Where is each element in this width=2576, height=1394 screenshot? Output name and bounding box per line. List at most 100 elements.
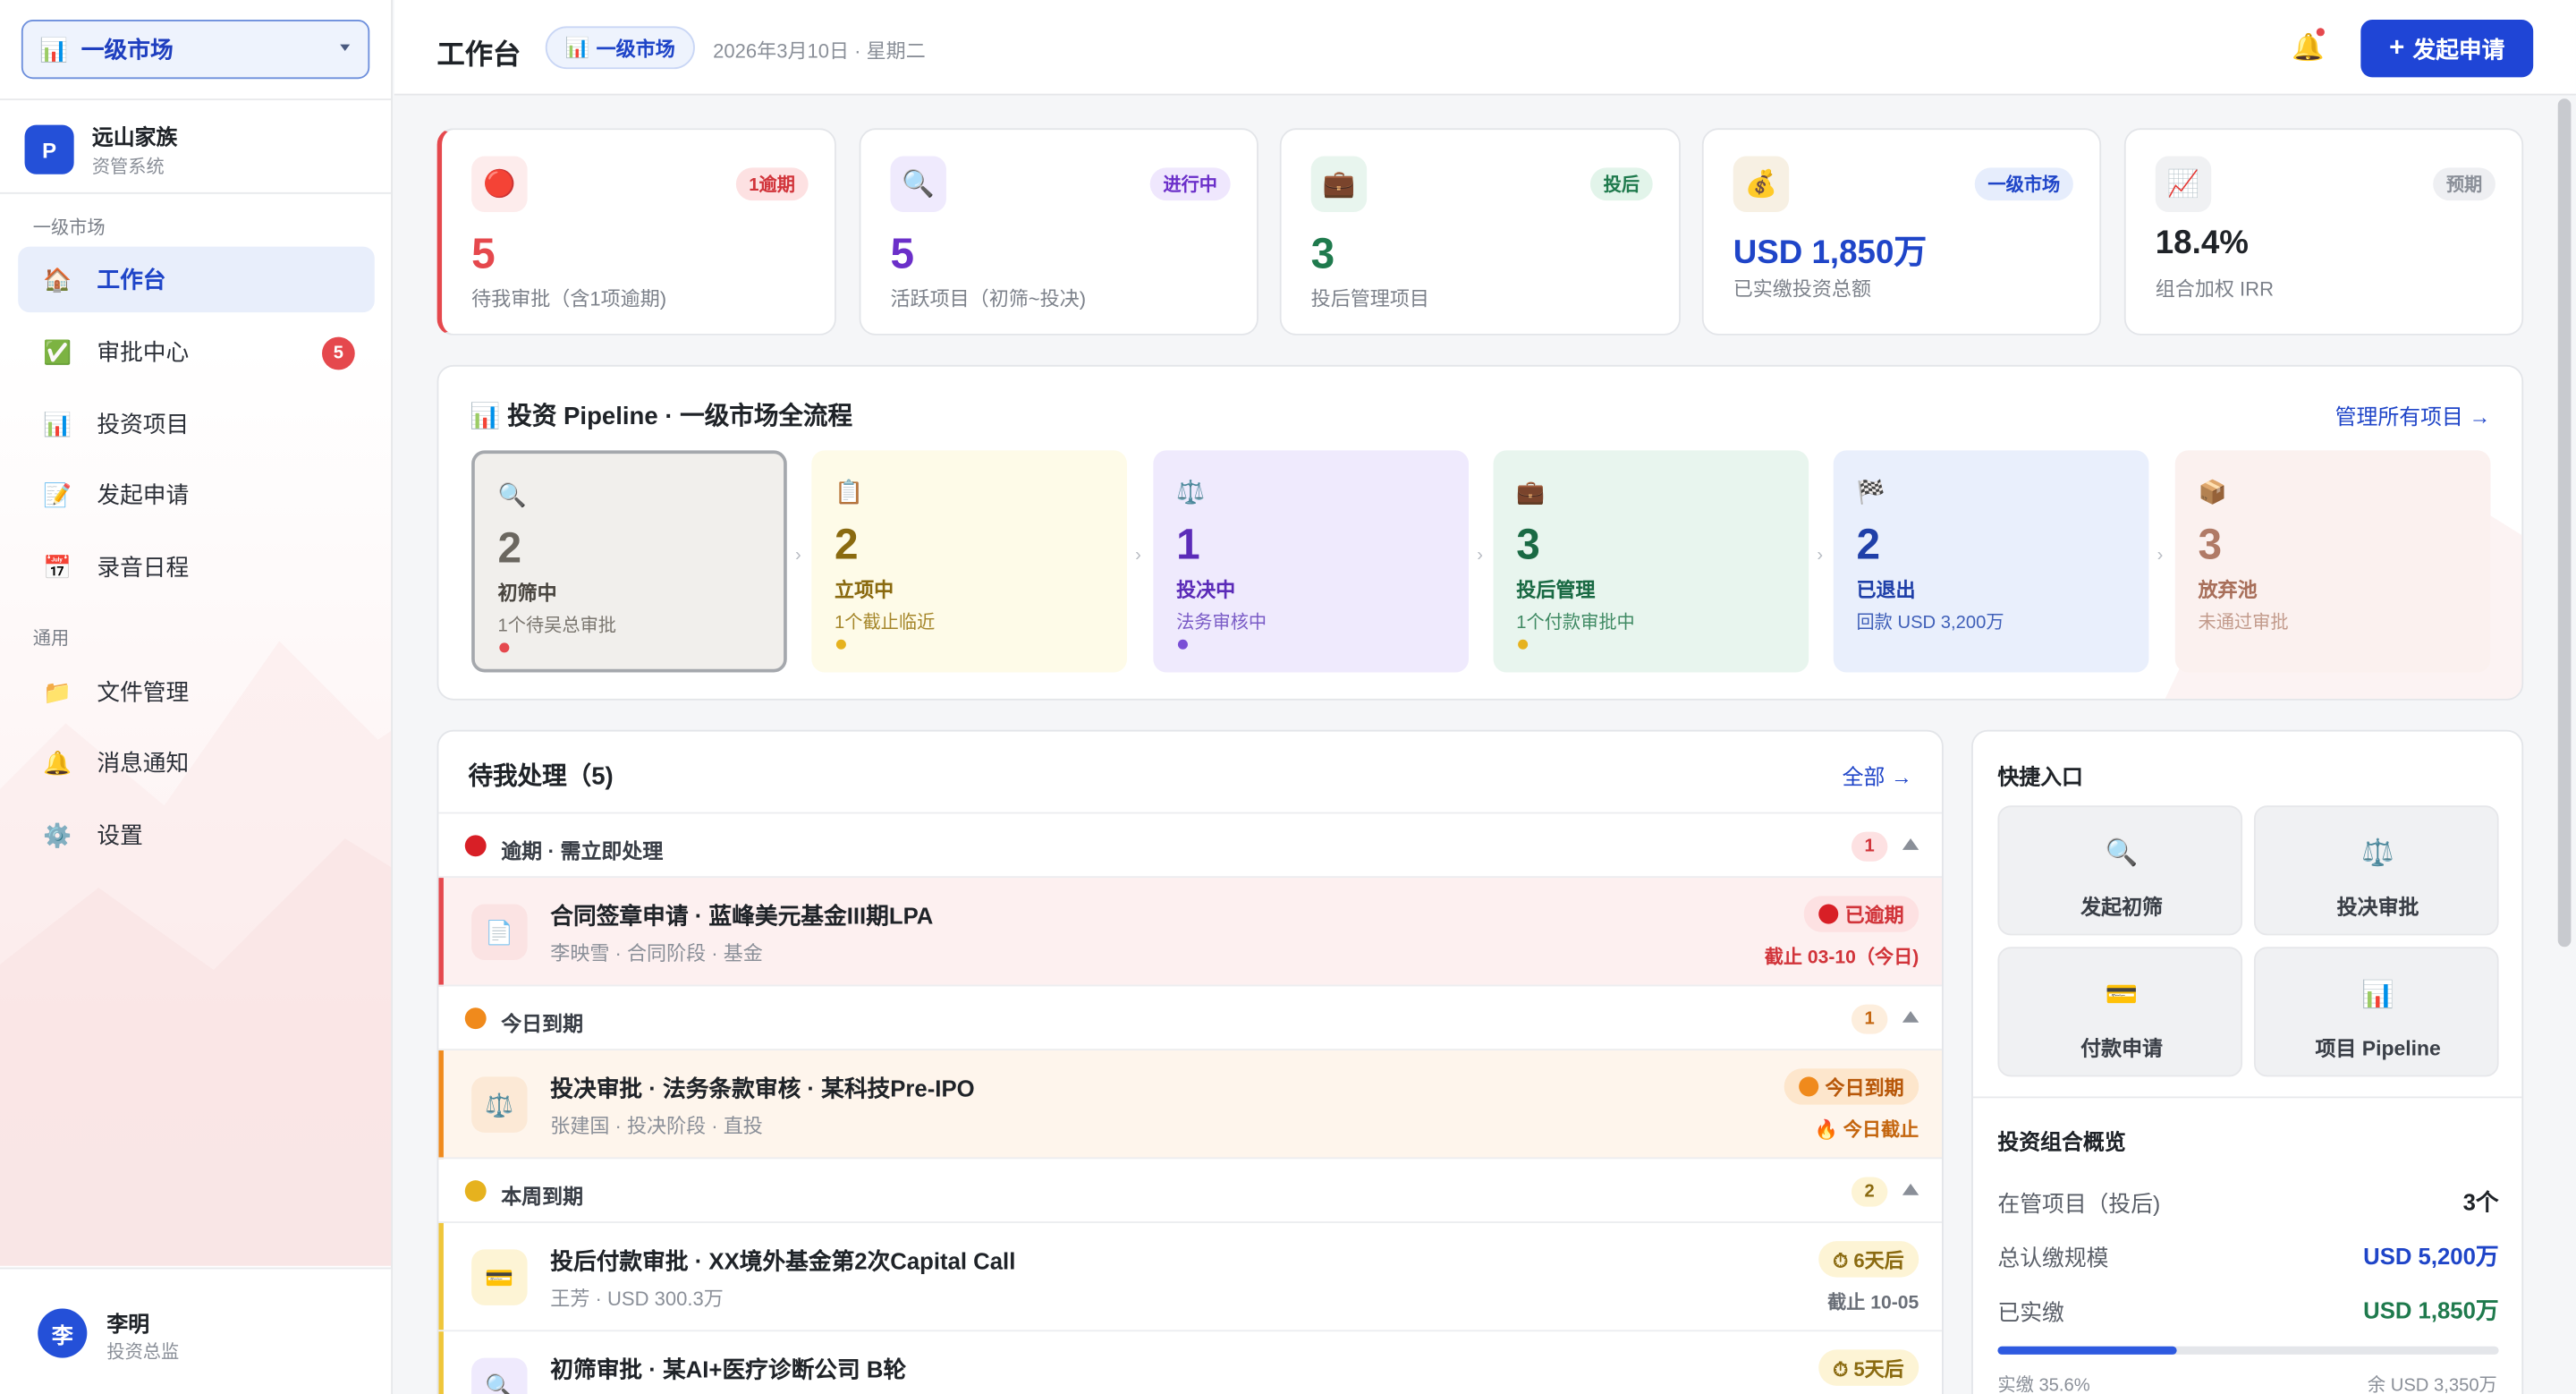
org-subtitle: 资管系统 [91,157,165,178]
priority-bar [438,1222,444,1332]
portfolio-stat-label: 已实缴 [1997,1300,2064,1325]
chart-icon: 📊 [43,410,72,437]
quick-button-label: 付款申请 [2080,1037,2164,1061]
priority-bar [438,1331,444,1394]
scrollbar[interactable] [2557,98,2572,948]
pipeline-title: 📊 投资 Pipeline · 一级市场全流程 [470,398,852,433]
stage-name: 已退出 [1856,578,1916,602]
sidebar-item-label: 工作台 [97,266,166,293]
portfolio-stat-value: 3个 [2462,1188,2499,1215]
stage-screening[interactable]: 🔍 2 初筛中 1个待吴总审批 [471,450,787,673]
quick-button-label: 项目 Pipeline [2315,1037,2441,1061]
stage-post-investment[interactable]: 💼 3 投后管理 1个付款审批中 [1493,450,1809,673]
moneybag-icon: 💰 [1733,156,1790,213]
scales-icon: ⚖️ [471,1076,528,1133]
sidebar-item-new-request[interactable]: 📝 发起申请 [18,462,375,527]
portfolio-stat-value: USD 1,850万 [2363,1296,2499,1324]
market-pill[interactable]: 📊 一级市场 [545,26,695,70]
status-badge: 一级市场 [1974,167,2073,201]
due-date: 🔥 今日截止 [1814,1121,1919,1142]
paid-in-total-card[interactable]: 💰 一级市场 USD 1,850万 已实缴投资总额 [1701,128,2102,336]
group-header[interactable]: 今日到期 1 [438,984,1942,1050]
market-select[interactable]: 📊 一级市场 [21,20,370,80]
stage-initiation[interactable]: 📋 2 立项中 1个截止临近 [811,450,1127,673]
portfolio-irr-card[interactable]: 📈 预期 18.4% 组合加权 IRR [2123,128,2524,336]
portfolio-stat-label: 在管项目（投后) [1997,1192,2161,1217]
status-badge: ⏱ 6天后 [1818,1241,1919,1278]
credit-card-icon: 💳 [2105,981,2139,1010]
sidebar-item-notifications[interactable]: 🔔 消息通知 [18,730,375,795]
quick-start-screening-button[interactable]: 🔍 发起初筛 [1997,805,2243,936]
status-badge: 已逾期 [1803,896,1919,932]
group-label: 本周到期 [501,1185,584,1209]
group-header[interactable]: 本周到期 2 [438,1157,1942,1221]
sidebar-item-workbench[interactable]: 🏠 工作台 [18,246,375,313]
chevron-up-icon[interactable] [1902,838,1919,850]
sidebar-item-label: 发起申请 [97,481,190,508]
list-item[interactable]: 💳 投后付款审批 · XX境外基金第2次Capital Call 王芳 · USD … [438,1221,1942,1332]
manage-projects-link[interactable]: 管理所有项目 → [2335,399,2491,430]
sidebar-item-settings[interactable]: ⚙️ 设置 [18,803,375,868]
stage-status-dot [1518,639,1529,650]
item-meta: 王芳 · USD 300.3万 [550,1287,724,1311]
stage-count: 2 [1856,519,1881,569]
stage-abandoned[interactable]: 📦 3 放弃池 未通过审批 [2174,450,2491,673]
active-projects-card[interactable]: 🔍 进行中 5 活跃项目（初筛~投决) [859,128,1258,336]
post-investment-card[interactable]: 💼 投后 3 投后管理项目 [1279,128,1681,336]
paid-in-percent: 实缴 35.6% [1997,1375,2090,1394]
group-label: 今日到期 [501,1012,584,1036]
paid-in-progress-fill [1997,1346,2176,1355]
stage-name: 立项中 [835,578,894,602]
new-request-label: 发起申请 [2412,35,2505,62]
view-all-link[interactable]: 全部 → [1843,760,1912,791]
status-badge: 投后 [1589,167,1653,201]
scales-icon: ⚖️ [2361,839,2394,869]
quick-pipeline-button[interactable]: 📊 项目 Pipeline [2253,947,2499,1077]
pending-approval-card[interactable]: 🔴 1逾期 5 待我审批（含1项逾期) [436,128,836,336]
chevron-down-icon [340,44,351,51]
sidebar-item-schedule[interactable]: 📅 录音日程 [18,534,375,599]
pending-panel: 待我处理（5) 全部 → 逾期 · 需立即处理 1 📄 合同签章申请 · 蓝峰美元基金… [436,729,1944,1394]
user-name: 李明 [106,1312,150,1337]
sidebar-item-files[interactable]: 📁 文件管理 [18,659,375,725]
circle-icon [464,1007,487,1030]
quick-decision-approval-button[interactable]: ⚖️ 投决审批 [2253,805,2499,936]
divider [0,98,392,101]
trend-icon: 📈 [2155,156,2212,213]
chevron-up-icon[interactable] [1902,1183,1919,1195]
briefcase-icon: 💼 [1516,478,1546,506]
new-request-button[interactable]: + 发起申请 [2360,20,2534,78]
circle-icon [1799,1076,1819,1097]
portfolio-stat-label: 总认缴规模 [1997,1245,2109,1271]
user-profile[interactable]: 李 李明 投资总监 [0,1267,392,1394]
quick-entry-title: 快捷入口 [1997,764,2083,789]
list-item[interactable]: ⚖️ 投决审批 · 法务条款审核 · 某科技Pre-IPO 张建国 · 投决阶段 ·… [438,1049,1942,1160]
item-meta: 李映雪 · 合同阶段 · 基金 [550,941,763,965]
market-pill-label: 一级市场 [596,37,675,61]
group-header[interactable]: 逾期 · 需立即处理 1 [438,812,1942,877]
list-item[interactable]: 🔍 初筛审批 · 某AI+医疗诊断公司 B轮 ⏱ 5天后 [438,1330,1942,1394]
list-item[interactable]: 📄 合同签章申请 · 蓝峰美元基金III期LPA 李映雪 · 合同阶段 · 基金 已逾… [438,876,1942,987]
portfolio-stat-value: USD 5,200万 [2363,1242,2499,1270]
magnifier-icon: 🔍 [2105,839,2139,869]
item-title: 投后付款审批 · XX境外基金第2次Capital Call [550,1247,1016,1274]
gear-icon: ⚙️ [43,820,72,848]
divider [1972,1096,2522,1099]
current-date: 2026年3月10日 · 星期二 [713,39,926,63]
stat-label: 组合加权 IRR [2155,277,2275,302]
stage-decision[interactable]: ⚖️ 1 投决中 法务审核中 [1153,450,1470,673]
org-block: P 远山家族 资管系统 [24,120,178,179]
stage-status-dot [499,642,510,653]
quick-payment-request-button[interactable]: 💳 付款申请 [1997,947,2243,1077]
chevron-right-icon: › [1135,545,1141,566]
sidebar-item-projects[interactable]: 📊 投资项目 [18,391,375,456]
sidebar-item-approval-center[interactable]: ✅ 审批中心 5 [18,319,375,384]
red-circle-icon: 🔴 [471,156,528,213]
checkered-flag-icon: 🏁 [1856,478,1885,506]
user-role: 投资总监 [106,1343,180,1364]
folder-icon: 📁 [43,677,72,705]
stage-exited[interactable]: 🏁 2 已退出 回款 USD 3,200万 [1833,450,2149,673]
calendar-icon: 📅 [43,553,72,580]
pipeline-panel: 📊 投资 Pipeline · 一级市场全流程 管理所有项目 → 🔍 2 初筛中 1个… [436,364,2524,701]
chevron-up-icon[interactable] [1902,1010,1919,1023]
